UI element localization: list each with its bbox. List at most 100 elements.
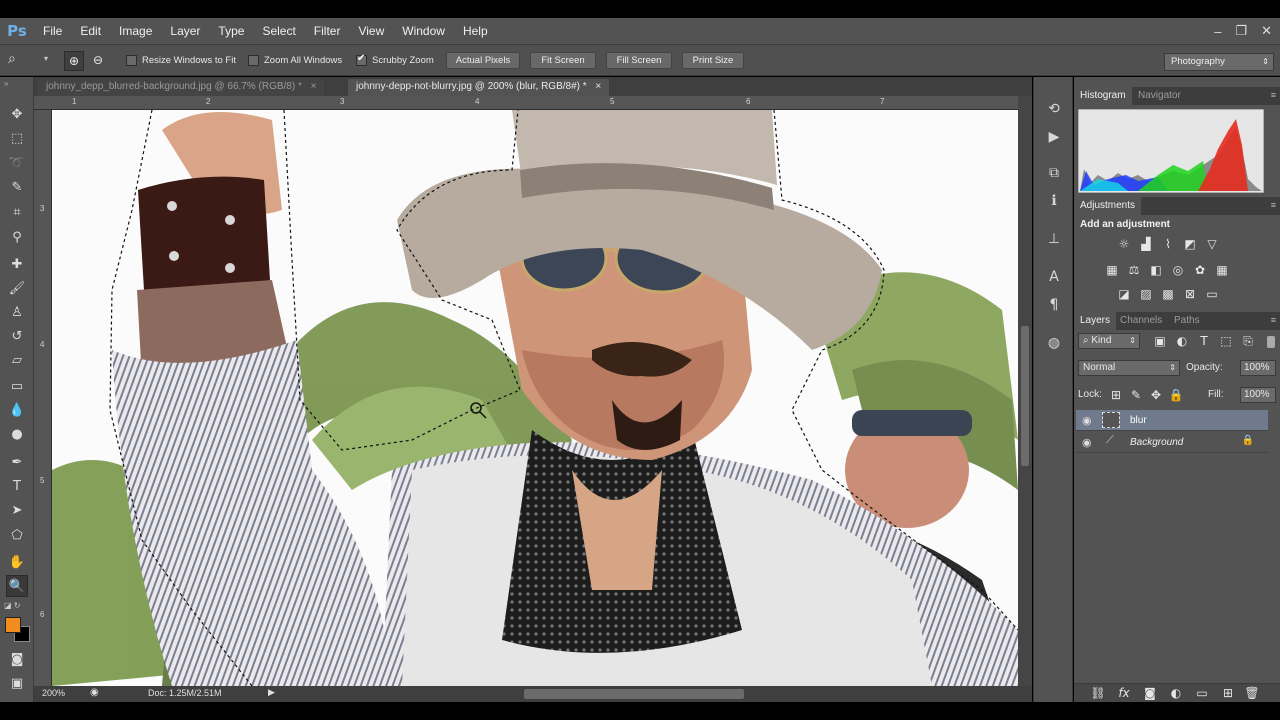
- status-info-icon[interactable]: ◉: [90, 687, 99, 698]
- visibility-eye-icon[interactable]: ◉: [1082, 436, 1092, 449]
- tab-blurred-background[interactable]: johnny_depp_blurred-background.jpg @ 66.…: [38, 79, 325, 96]
- menu-window[interactable]: Window: [393, 24, 454, 38]
- horizontal-scroll-thumb[interactable]: [524, 689, 744, 699]
- workspace-select[interactable]: Photography ⇕: [1164, 53, 1274, 71]
- shape-tool-icon[interactable]: ⬠: [6, 524, 28, 546]
- foreground-color-swatch[interactable]: [5, 617, 21, 633]
- posterize-icon[interactable]: ▨: [1138, 287, 1154, 301]
- new-layer-icon[interactable]: ⊞: [1220, 686, 1236, 700]
- black-white-icon[interactable]: ◧: [1148, 263, 1164, 277]
- color-balance-icon[interactable]: ⚖: [1126, 263, 1142, 277]
- close-tab-icon[interactable]: ×: [311, 81, 317, 92]
- vertical-scrollbar[interactable]: [1018, 96, 1032, 686]
- new-adjustment-icon[interactable]: ◐: [1168, 686, 1184, 700]
- brightness-contrast-icon[interactable]: ☼: [1116, 237, 1132, 251]
- layer-row-blur[interactable]: ◉ blur: [1076, 410, 1268, 431]
- trash-icon[interactable]: 🗑: [1244, 686, 1260, 700]
- menu-edit[interactable]: Edit: [71, 24, 110, 38]
- vibrance-icon[interactable]: ▽: [1204, 237, 1220, 251]
- tab-navigator[interactable]: Navigator: [1132, 87, 1187, 105]
- photo-filter-icon[interactable]: ◎: [1170, 263, 1186, 277]
- visibility-eye-icon[interactable]: ◉: [1082, 414, 1092, 427]
- tool-presets-icon[interactable]: ⊥: [1044, 229, 1064, 249]
- actions-panel-icon[interactable]: ▶: [1044, 127, 1064, 147]
- vertical-ruler[interactable]: 3 4 5 6: [34, 110, 52, 686]
- menu-file[interactable]: File: [34, 24, 71, 38]
- eraser-tool-icon[interactable]: ▱: [6, 349, 28, 371]
- character-panel-icon[interactable]: A: [1044, 267, 1064, 287]
- levels-icon[interactable]: ▟: [1138, 237, 1154, 251]
- channel-mixer-icon[interactable]: ✿: [1192, 263, 1208, 277]
- screen-mode-icon[interactable]: ▣: [6, 672, 28, 694]
- selective-color-icon[interactable]: ⊠: [1182, 287, 1198, 301]
- paragraph-panel-icon[interactable]: ¶: [1044, 295, 1064, 315]
- history-panel-icon[interactable]: ⟲: [1044, 99, 1064, 119]
- menu-type[interactable]: Type: [209, 24, 253, 38]
- type-tool-icon[interactable]: T: [6, 475, 28, 497]
- zoom-tool-icon[interactable]: 🔍: [6, 575, 28, 597]
- fill-field[interactable]: 100%: [1240, 387, 1276, 403]
- history-brush-tool-icon[interactable]: ↺: [6, 325, 28, 347]
- hand-tool-icon[interactable]: ✋: [6, 551, 28, 573]
- crop-tool-icon[interactable]: ⌗: [6, 201, 28, 223]
- fill-screen-button[interactable]: Fill Screen: [606, 52, 672, 69]
- quick-selection-tool-icon[interactable]: ✎: [6, 176, 28, 198]
- dodge-tool-icon[interactable]: ●: [6, 423, 28, 445]
- brush-tool-icon[interactable]: 🖌: [6, 277, 28, 299]
- minimize-button[interactable]: –: [1214, 24, 1221, 39]
- lock-image-icon[interactable]: ✎: [1128, 388, 1144, 402]
- opacity-field[interactable]: 100%: [1240, 360, 1276, 376]
- quick-mask-icon[interactable]: ◙: [6, 648, 28, 670]
- zoom-level[interactable]: 200%: [42, 688, 65, 698]
- clone-stamp-tool-icon[interactable]: ♙: [6, 301, 28, 323]
- path-selection-tool-icon[interactable]: ➤: [6, 499, 28, 521]
- zoom-all-windows-checkbox[interactable]: [248, 55, 259, 66]
- status-menu-arrow-icon[interactable]: ▶: [268, 687, 275, 698]
- tab-histogram[interactable]: Histogram: [1074, 87, 1132, 105]
- filter-pixel-icon[interactable]: ▣: [1152, 334, 1168, 348]
- link-layers-icon[interactable]: ⛓: [1090, 686, 1106, 700]
- layer-kind-filter[interactable]: ⌕ Kind ⇕: [1078, 333, 1140, 349]
- threshold-icon[interactable]: ▩: [1160, 287, 1176, 301]
- zoom-tool-preset-icon[interactable]: ⌕: [8, 51, 24, 69]
- filter-shape-icon[interactable]: ⬚: [1218, 334, 1234, 348]
- layer-row-background[interactable]: ◉ ⟋ Background 🔒: [1076, 432, 1268, 453]
- close-tab-icon[interactable]: ×: [595, 81, 601, 92]
- panel-menu-icon[interactable]: ≡: [1271, 90, 1276, 100]
- add-mask-icon[interactable]: ◙: [1142, 686, 1158, 700]
- scrubby-zoom-checkbox[interactable]: [356, 53, 367, 66]
- plugin-panel-icon[interactable]: ◍: [1044, 333, 1064, 353]
- zoom-out-icon[interactable]: ⊖: [88, 51, 108, 71]
- marquee-tool-icon[interactable]: ⬚: [6, 127, 28, 149]
- gradient-map-icon[interactable]: ▭: [1204, 287, 1220, 301]
- tab-layers[interactable]: Layers: [1074, 312, 1117, 330]
- menu-layer[interactable]: Layer: [161, 24, 209, 38]
- lasso-tool-icon[interactable]: ➰: [6, 152, 28, 174]
- chevron-down-icon[interactable]: ▾: [44, 54, 48, 63]
- gradient-tool-icon[interactable]: ▭: [6, 375, 28, 397]
- menu-select[interactable]: Select: [253, 24, 304, 38]
- blur-tool-icon[interactable]: 💧: [6, 399, 28, 421]
- info-panel-icon[interactable]: ℹ: [1044, 191, 1064, 211]
- vertical-scroll-thumb[interactable]: [1021, 326, 1029, 466]
- panel-menu-icon[interactable]: ≡: [1271, 315, 1276, 325]
- pen-tool-icon[interactable]: ✒: [6, 451, 28, 473]
- invert-icon[interactable]: ◪: [1116, 287, 1132, 301]
- document-canvas[interactable]: [52, 110, 1018, 686]
- lock-transparent-icon[interactable]: ⊞: [1108, 388, 1124, 402]
- filter-type-icon[interactable]: T: [1196, 334, 1212, 348]
- tab-paths[interactable]: Paths: [1168, 312, 1206, 330]
- lock-position-icon[interactable]: ✥: [1148, 388, 1164, 402]
- zoom-in-icon[interactable]: ⊕: [64, 51, 84, 71]
- exposure-icon[interactable]: ◩: [1182, 237, 1198, 251]
- fit-screen-button[interactable]: Fit Screen: [530, 52, 596, 69]
- menu-help[interactable]: Help: [454, 24, 497, 38]
- collapse-arrows-icon[interactable]: »: [4, 79, 8, 88]
- actual-pixels-button[interactable]: Actual Pixels: [446, 52, 520, 69]
- menu-filter[interactable]: Filter: [305, 24, 350, 38]
- menu-view[interactable]: View: [349, 24, 393, 38]
- filter-toggle[interactable]: [1267, 336, 1275, 348]
- tab-not-blurry[interactable]: johnny-depp-not-blurry.jpg @ 200% (blur,…: [348, 79, 610, 96]
- lock-all-icon[interactable]: 🔒: [1168, 388, 1184, 402]
- menu-image[interactable]: Image: [110, 24, 161, 38]
